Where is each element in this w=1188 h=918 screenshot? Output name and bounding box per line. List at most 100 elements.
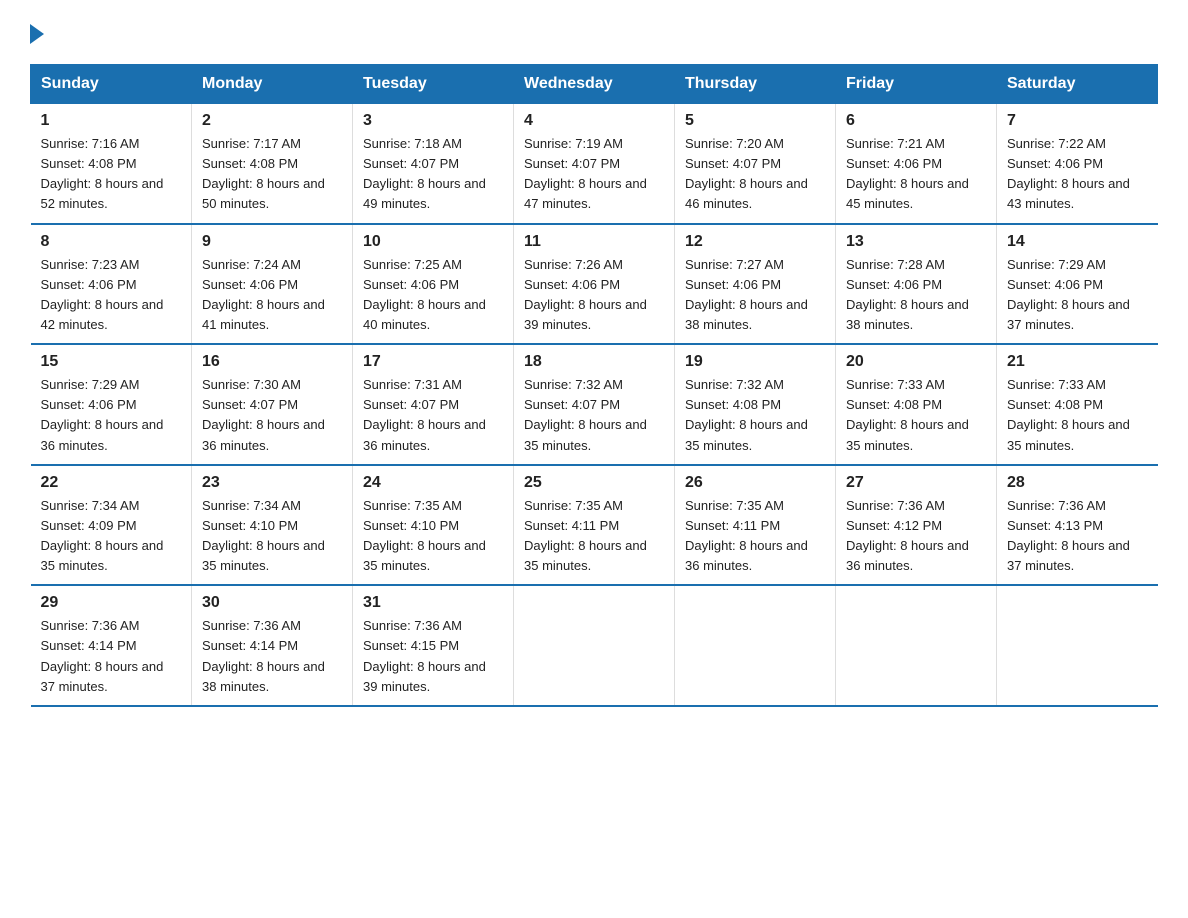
- day-number: 31: [363, 594, 503, 612]
- day-info: Sunrise: 7:32 AMSunset: 4:08 PMDaylight:…: [685, 375, 825, 456]
- day-number: 16: [202, 353, 342, 371]
- day-info: Sunrise: 7:16 AMSunset: 4:08 PMDaylight:…: [41, 134, 182, 215]
- calendar-cell: 8Sunrise: 7:23 AMSunset: 4:06 PMDaylight…: [31, 224, 192, 345]
- col-header-sunday: Sunday: [31, 65, 192, 104]
- calendar-cell: 15 Sunrise: 7:29 AMSunset: 4:06 PMDayligh…: [31, 344, 192, 465]
- day-number: 26: [685, 474, 825, 492]
- calendar-cell: 21 Sunrise: 7:33 AMSunset: 4:08 PMDayligh…: [997, 344, 1158, 465]
- calendar-cell: 30 Sunrise: 7:36 AMSunset: 4:14 PMDayligh…: [192, 585, 353, 706]
- day-info: Sunrise: 7:33 AMSunset: 4:08 PMDaylight:…: [846, 375, 986, 456]
- day-number: 18: [524, 353, 664, 371]
- day-info: Sunrise: 7:36 AMSunset: 4:15 PMDaylight:…: [363, 616, 503, 697]
- col-header-monday: Monday: [192, 65, 353, 104]
- calendar-cell: 6Sunrise: 7:21 AMSunset: 4:06 PMDaylight…: [836, 104, 997, 224]
- day-info: Sunrise: 7:27 AMSunset: 4:06 PMDaylight:…: [685, 255, 825, 336]
- day-number: 11: [524, 233, 664, 251]
- calendar-cell: 20 Sunrise: 7:33 AMSunset: 4:08 PMDayligh…: [836, 344, 997, 465]
- day-number: 17: [363, 353, 503, 371]
- day-info: Sunrise: 7:29 AMSunset: 4:06 PMDaylight:…: [1007, 255, 1148, 336]
- calendar-cell: 3 Sunrise: 7:18 AMSunset: 4:07 PMDaylight…: [353, 104, 514, 224]
- calendar-cell: 22 Sunrise: 7:34 AMSunset: 4:09 PMDayligh…: [31, 465, 192, 586]
- calendar-cell: 11 Sunrise: 7:26 AMSunset: 4:06 PMDayligh…: [514, 224, 675, 345]
- day-number: 29: [41, 594, 182, 612]
- day-info: Sunrise: 7:33 AMSunset: 4:08 PMDaylight:…: [1007, 375, 1148, 456]
- day-info: Sunrise: 7:26 AMSunset: 4:06 PMDaylight:…: [524, 255, 664, 336]
- col-header-thursday: Thursday: [675, 65, 836, 104]
- calendar-week-row: 22 Sunrise: 7:34 AMSunset: 4:09 PMDayligh…: [31, 465, 1158, 586]
- day-number: 2: [202, 112, 342, 130]
- calendar-week-row: 29 Sunrise: 7:36 AMSunset: 4:14 PMDayligh…: [31, 585, 1158, 706]
- logo: [30, 20, 44, 44]
- day-info: Sunrise: 7:36 AMSunset: 4:12 PMDaylight:…: [846, 496, 986, 577]
- calendar-cell: 2 Sunrise: 7:17 AMSunset: 4:08 PMDaylight…: [192, 104, 353, 224]
- col-header-wednesday: Wednesday: [514, 65, 675, 104]
- day-number: 27: [846, 474, 986, 492]
- day-info: Sunrise: 7:20 AMSunset: 4:07 PMDaylight:…: [685, 134, 825, 215]
- logo-arrow-icon: [30, 24, 44, 44]
- day-number: 28: [1007, 474, 1148, 492]
- calendar-week-row: 1 Sunrise: 7:16 AMSunset: 4:08 PMDaylight…: [31, 104, 1158, 224]
- calendar-cell: 14 Sunrise: 7:29 AMSunset: 4:06 PMDayligh…: [997, 224, 1158, 345]
- calendar-cell: 24 Sunrise: 7:35 AMSunset: 4:10 PMDayligh…: [353, 465, 514, 586]
- col-header-friday: Friday: [836, 65, 997, 104]
- day-info: Sunrise: 7:31 AMSunset: 4:07 PMDaylight:…: [363, 375, 503, 456]
- day-info: Sunrise: 7:36 AMSunset: 4:13 PMDaylight:…: [1007, 496, 1148, 577]
- calendar-cell: [675, 585, 836, 706]
- calendar-cell: 23 Sunrise: 7:34 AMSunset: 4:10 PMDayligh…: [192, 465, 353, 586]
- day-number: 30: [202, 594, 342, 612]
- calendar-cell: 7Sunrise: 7:22 AMSunset: 4:06 PMDaylight…: [997, 104, 1158, 224]
- calendar-cell: 1 Sunrise: 7:16 AMSunset: 4:08 PMDaylight…: [31, 104, 192, 224]
- calendar-cell: 10Sunrise: 7:25 AMSunset: 4:06 PMDayligh…: [353, 224, 514, 345]
- calendar-cell: 19 Sunrise: 7:32 AMSunset: 4:08 PMDayligh…: [675, 344, 836, 465]
- day-number: 13: [846, 233, 986, 251]
- day-number: 1: [41, 112, 182, 130]
- day-info: Sunrise: 7:32 AMSunset: 4:07 PMDaylight:…: [524, 375, 664, 456]
- day-number: 19: [685, 353, 825, 371]
- day-info: Sunrise: 7:35 AMSunset: 4:11 PMDaylight:…: [685, 496, 825, 577]
- day-info: Sunrise: 7:36 AMSunset: 4:14 PMDaylight:…: [202, 616, 342, 697]
- day-number: 9: [202, 233, 342, 251]
- day-number: 4: [524, 112, 664, 130]
- day-info: Sunrise: 7:29 AMSunset: 4:06 PMDaylight:…: [41, 375, 182, 456]
- calendar-cell: 28 Sunrise: 7:36 AMSunset: 4:13 PMDayligh…: [997, 465, 1158, 586]
- calendar-cell: 16 Sunrise: 7:30 AMSunset: 4:07 PMDayligh…: [192, 344, 353, 465]
- day-info: Sunrise: 7:21 AMSunset: 4:06 PMDaylight:…: [846, 134, 986, 215]
- day-number: 8: [41, 233, 182, 251]
- day-info: Sunrise: 7:18 AMSunset: 4:07 PMDaylight:…: [363, 134, 503, 215]
- day-info: Sunrise: 7:35 AMSunset: 4:10 PMDaylight:…: [363, 496, 503, 577]
- day-number: 23: [202, 474, 342, 492]
- calendar-cell: [514, 585, 675, 706]
- day-info: Sunrise: 7:22 AMSunset: 4:06 PMDaylight:…: [1007, 134, 1148, 215]
- calendar-cell: 26 Sunrise: 7:35 AMSunset: 4:11 PMDayligh…: [675, 465, 836, 586]
- calendar-cell: 17 Sunrise: 7:31 AMSunset: 4:07 PMDayligh…: [353, 344, 514, 465]
- calendar-cell: 31 Sunrise: 7:36 AMSunset: 4:15 PMDayligh…: [353, 585, 514, 706]
- day-number: 14: [1007, 233, 1148, 251]
- day-info: Sunrise: 7:19 AMSunset: 4:07 PMDaylight:…: [524, 134, 664, 215]
- day-number: 3: [363, 112, 503, 130]
- calendar-cell: 4 Sunrise: 7:19 AMSunset: 4:07 PMDaylight…: [514, 104, 675, 224]
- calendar-week-row: 15 Sunrise: 7:29 AMSunset: 4:06 PMDayligh…: [31, 344, 1158, 465]
- calendar-cell: 9Sunrise: 7:24 AMSunset: 4:06 PMDaylight…: [192, 224, 353, 345]
- day-info: Sunrise: 7:34 AMSunset: 4:10 PMDaylight:…: [202, 496, 342, 577]
- day-number: 21: [1007, 353, 1148, 371]
- day-info: Sunrise: 7:34 AMSunset: 4:09 PMDaylight:…: [41, 496, 182, 577]
- col-header-saturday: Saturday: [997, 65, 1158, 104]
- calendar-week-row: 8Sunrise: 7:23 AMSunset: 4:06 PMDaylight…: [31, 224, 1158, 345]
- day-number: 22: [41, 474, 182, 492]
- day-number: 20: [846, 353, 986, 371]
- calendar-cell: [836, 585, 997, 706]
- calendar-cell: 5 Sunrise: 7:20 AMSunset: 4:07 PMDaylight…: [675, 104, 836, 224]
- day-info: Sunrise: 7:17 AMSunset: 4:08 PMDaylight:…: [202, 134, 342, 215]
- day-info: Sunrise: 7:30 AMSunset: 4:07 PMDaylight:…: [202, 375, 342, 456]
- day-info: Sunrise: 7:25 AMSunset: 4:06 PMDaylight:…: [363, 255, 503, 336]
- calendar-cell: [997, 585, 1158, 706]
- day-number: 15: [41, 353, 182, 371]
- day-number: 24: [363, 474, 503, 492]
- calendar-cell: 25Sunrise: 7:35 AMSunset: 4:11 PMDayligh…: [514, 465, 675, 586]
- day-number: 5: [685, 112, 825, 130]
- day-number: 12: [685, 233, 825, 251]
- calendar-cell: 13Sunrise: 7:28 AMSunset: 4:06 PMDayligh…: [836, 224, 997, 345]
- calendar-cell: 27 Sunrise: 7:36 AMSunset: 4:12 PMDayligh…: [836, 465, 997, 586]
- day-info: Sunrise: 7:36 AMSunset: 4:14 PMDaylight:…: [41, 616, 182, 697]
- day-number: 25: [524, 474, 664, 492]
